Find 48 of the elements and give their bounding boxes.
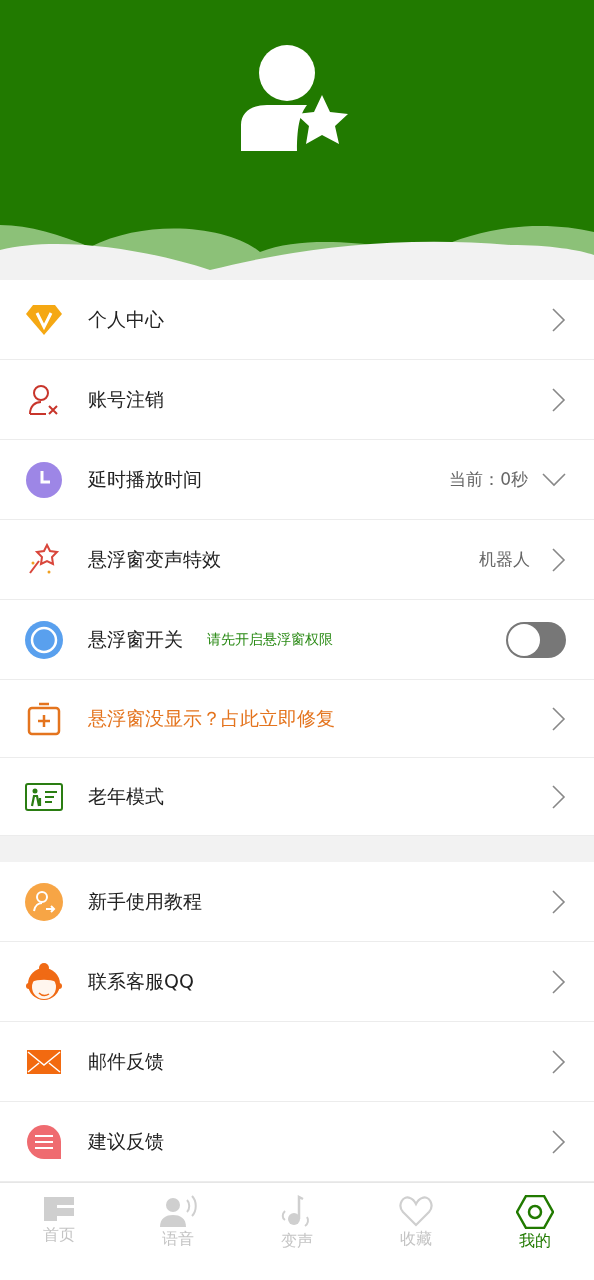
chevron-right-icon [552, 1049, 566, 1074]
support-agent-icon [25, 961, 63, 1002]
speaking-person-icon [159, 1195, 198, 1227]
item-label: 建议反馈 [88, 1128, 164, 1154]
heart-icon [398, 1195, 433, 1227]
menu-item[interactable]: 联系客服QQ [0, 942, 594, 1022]
menu-item[interactable]: 邮件反馈 [0, 1022, 594, 1102]
chevron-right-icon [552, 387, 566, 412]
chevron-right-icon [552, 547, 566, 572]
chevron-right-icon [552, 307, 566, 332]
hexagon-icon [515, 1195, 554, 1229]
item-label: 延时播放时间 [88, 466, 202, 492]
item-label: 个人中心 [88, 306, 164, 332]
item-label: 邮件反馈 [88, 1048, 164, 1074]
item-label: 新手使用教程 [88, 888, 202, 914]
item-label: 联系客服QQ [88, 968, 194, 994]
elder-card-icon [25, 782, 63, 811]
clock-icon [26, 461, 62, 498]
item-label: 悬浮窗变声特效 [88, 546, 221, 572]
nav-tab[interactable]: 我的 [475, 1183, 594, 1280]
circle-icon [25, 620, 63, 659]
chevron-right-icon [552, 969, 566, 994]
item-label: 老年模式 [88, 783, 164, 809]
menu-item[interactable]: 悬浮窗变声特效 机器人 [0, 520, 594, 600]
chevron-right-icon [552, 706, 566, 731]
menu-item[interactable]: 账号注销 [0, 360, 594, 440]
chevron-right-icon [552, 889, 566, 914]
current-value: 机器人 [479, 548, 530, 571]
chevron-down-icon [542, 472, 566, 487]
user-remove-icon [27, 383, 61, 416]
chevron-right-icon [552, 1129, 566, 1154]
item-label: 账号注销 [88, 386, 164, 412]
toggle-switch[interactable] [506, 621, 566, 658]
menu-item[interactable]: 延时播放时间 当前：0秒 [0, 440, 594, 520]
message-icon [26, 1123, 62, 1160]
menu-item[interactable]: 个人中心 [0, 280, 594, 360]
menu-item[interactable]: 悬浮窗开关 请先开启悬浮窗权限 [0, 600, 594, 680]
menu-item[interactable]: 老年模式 [0, 758, 594, 836]
menu-item[interactable]: 新手使用教程 [0, 862, 594, 942]
item-label: 悬浮窗没显示？占此立即修复 [88, 705, 335, 731]
permission-hint: 请先开启悬浮窗权限 [207, 630, 333, 649]
first-aid-kit-icon [27, 701, 61, 736]
envelope-icon [27, 1049, 61, 1074]
home-icon [43, 1195, 76, 1223]
current-value: 当前：0秒 [449, 468, 528, 491]
chevron-right-icon [552, 784, 566, 809]
diamond-icon [25, 303, 63, 336]
item-label: 悬浮窗开关 [88, 626, 183, 652]
